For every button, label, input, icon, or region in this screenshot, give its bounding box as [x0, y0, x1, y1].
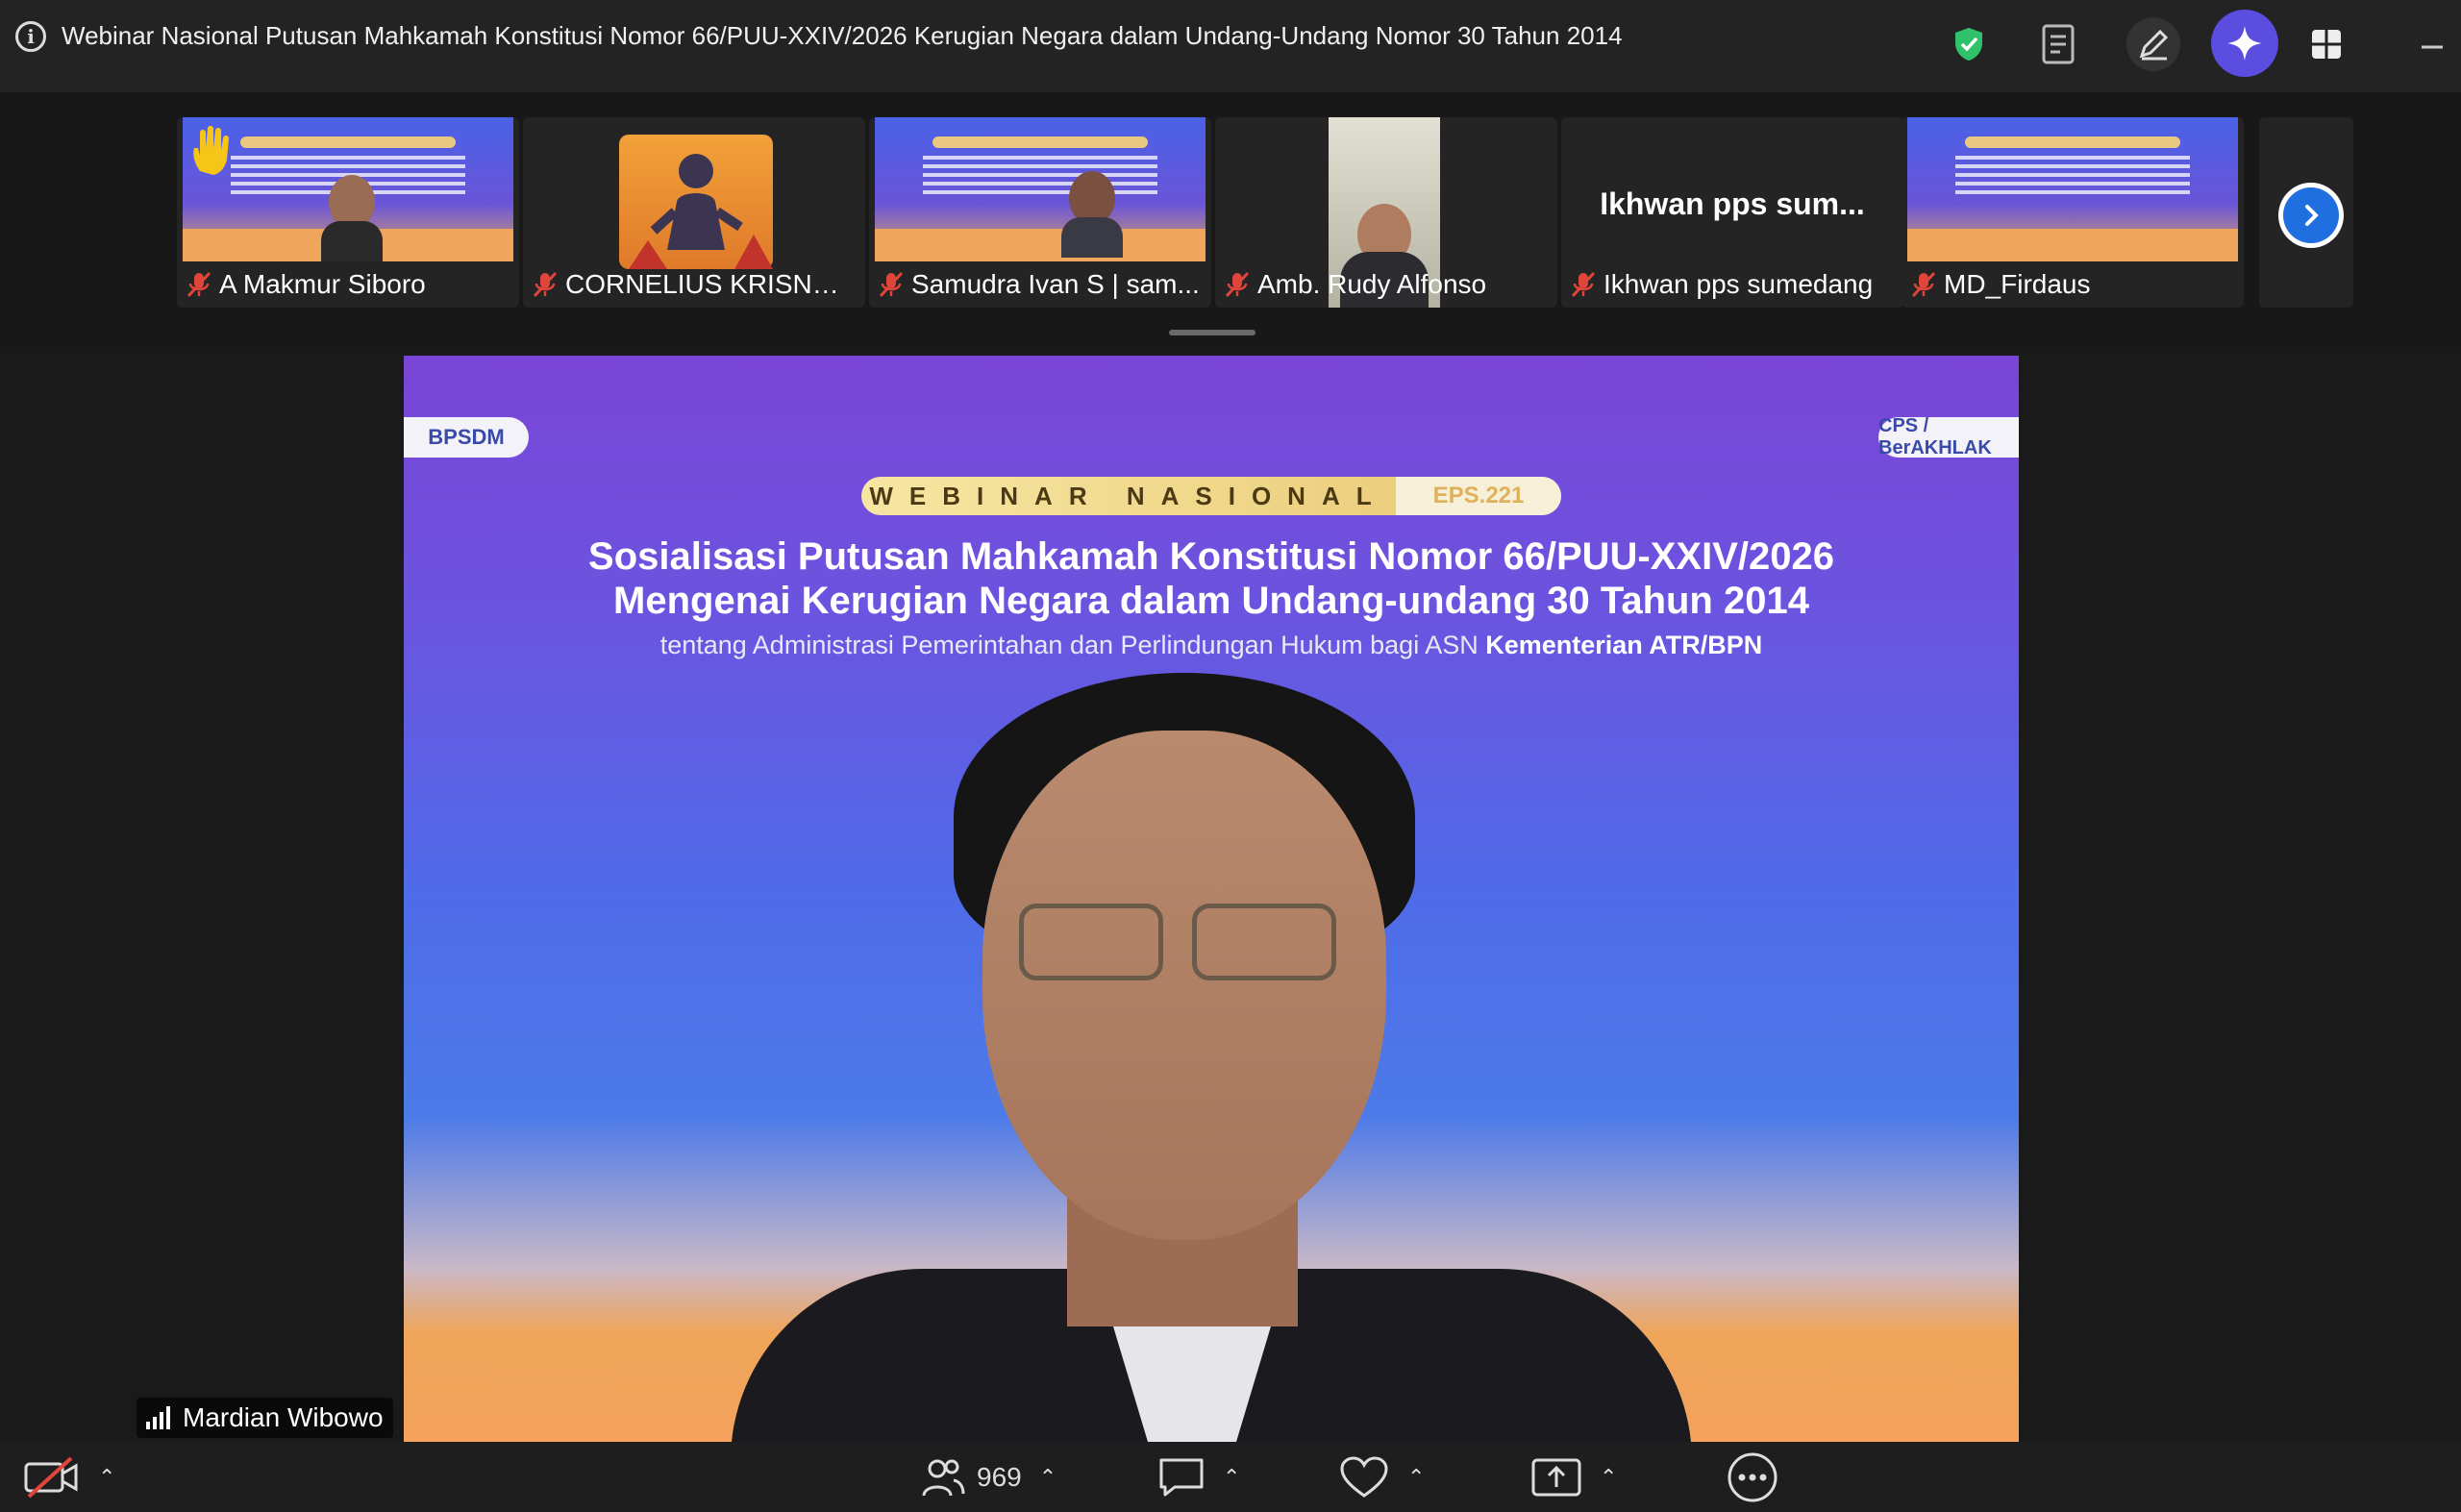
- participant-label: CORNELIUS KRISNA_ ...: [523, 261, 865, 308]
- slide-subtitle: tentang Administrasi Pemerintahan dan Pe…: [659, 631, 1763, 659]
- shield-icon[interactable]: [1942, 17, 1996, 71]
- participant-name: Samudra Ivan S | sam...: [911, 269, 1200, 299]
- mic-muted-icon: [531, 270, 559, 299]
- meeting-toolbar: ⌃ 969 ⌃ ⌃ ⌃ ⌃: [0, 1442, 2461, 1512]
- chevron-up-icon[interactable]: ⌃: [1600, 1465, 1617, 1490]
- participant-name: MD_Firdaus: [1944, 269, 2091, 299]
- participant-name: Ikhwan pps sumedang: [1603, 269, 1874, 299]
- meeting-title: Webinar Nasional Putusan Mahkamah Konsti…: [62, 21, 1623, 50]
- participant-tile[interactable]: Amb. Rudy Alfonso: [1215, 117, 1557, 308]
- mic-muted-icon: [1223, 270, 1252, 299]
- mic-muted-icon: [1909, 270, 1938, 299]
- participant-label: Amb. Rudy Alfonso: [1215, 261, 1557, 308]
- apps-grid-icon[interactable]: [2299, 17, 2353, 71]
- reactions-button[interactable]: ⌃: [1338, 1453, 1425, 1501]
- info-icon[interactable]: i: [15, 21, 46, 52]
- participant-tile[interactable]: MD_Firdaus: [1902, 117, 2244, 308]
- share-screen-button[interactable]: ⌃: [1530, 1453, 1617, 1501]
- mic-muted-icon: [877, 270, 906, 299]
- more-button[interactable]: [1727, 1452, 1778, 1502]
- notes-icon[interactable]: [2032, 17, 2086, 71]
- slide-title: Sosialisasi Putusan Mahkamah Konstitusi …: [404, 534, 2019, 623]
- strip-resize-handle[interactable]: [1169, 330, 1255, 335]
- participants-icon: [922, 1459, 965, 1497]
- participant-video: [1061, 171, 1123, 258]
- next-participants-button[interactable]: [2278, 183, 2344, 248]
- active-speaker-name: Mardian Wibowo: [183, 1402, 384, 1432]
- title-bar: i Webinar Nasional Putusan Mahkamah Kons…: [0, 0, 2461, 92]
- heart-icon: [1340, 1456, 1388, 1498]
- participant-video: [321, 175, 383, 261]
- participant-tile[interactable]: A Makmur Siboro: [177, 117, 519, 308]
- more-icon: [1728, 1452, 1777, 1502]
- chevron-up-icon[interactable]: ⌃: [1223, 1465, 1240, 1490]
- participant-display-name: Ikhwan pps sum...: [1600, 186, 1865, 221]
- participant-name: Amb. Rudy Alfonso: [1257, 269, 1487, 299]
- chat-icon: [1159, 1458, 1204, 1497]
- shared-screen-thumbnail: [1907, 117, 2238, 261]
- participant-label: A Makmur Siboro: [177, 261, 519, 308]
- participant-strip: A Makmur Siboro CORNELIUS KRISNA_ ... Sa…: [0, 92, 2461, 352]
- participant-avatar: [619, 135, 773, 269]
- shared-screen-thumbnail: [875, 117, 1206, 261]
- participant-name: CORNELIUS KRISNA_ ...: [565, 269, 854, 299]
- episode-label: EPS.221: [1396, 477, 1561, 515]
- start-video-button[interactable]: ⌃: [23, 1453, 115, 1501]
- participant-name: A Makmur Siboro: [219, 269, 426, 299]
- participant-tile[interactable]: Samudra Ivan S | sam...: [869, 117, 1211, 308]
- active-speaker-video: BPSDM CPS / BerAKHLAK WEBINAR NASIONAL E…: [404, 356, 2019, 1442]
- chat-button[interactable]: ⌃: [1157, 1453, 1240, 1501]
- participant-label: Ikhwan pps sumedang: [1561, 261, 1903, 308]
- slide-title-line1: Sosialisasi Putusan Mahkamah Konstitusi …: [588, 535, 1834, 578]
- minimize-icon[interactable]: [2405, 17, 2459, 71]
- mic-muted-icon: [1569, 270, 1598, 299]
- logo-partner: CPS / BerAKHLAK: [1878, 415, 2019, 459]
- participants-button[interactable]: 969 ⌃: [921, 1453, 1056, 1501]
- participant-label: Samudra Ivan S | sam...: [869, 261, 1211, 308]
- active-speaker-name-tag: Mardian Wibowo: [137, 1398, 393, 1438]
- slide-title-line2: Mengenai Kerugian Negara dalam Undang-un…: [613, 580, 1809, 622]
- webinar-badge: WEBINAR NASIONAL EPS.221: [861, 477, 1561, 515]
- chevron-up-icon[interactable]: ⌃: [98, 1465, 115, 1490]
- video-off-icon: [24, 1456, 78, 1499]
- mic-muted-icon: [185, 270, 213, 299]
- participant-tile[interactable]: Ikhwan pps sum... Ikhwan pps sumedang: [1561, 117, 1903, 308]
- chevron-up-icon[interactable]: ⌃: [1039, 1465, 1056, 1490]
- logo-bpsdm: BPSDM: [404, 417, 529, 458]
- speaker-figure: [731, 673, 1692, 1442]
- chevron-up-icon[interactable]: ⌃: [1407, 1465, 1425, 1490]
- chevron-right-icon: [2283, 187, 2339, 243]
- connection-signal-icon: [146, 1406, 173, 1429]
- annotate-pen-icon[interactable]: [2126, 17, 2180, 71]
- participant-count: 969: [977, 1462, 1022, 1492]
- participant-tile[interactable]: CORNELIUS KRISNA_ ...: [523, 117, 865, 308]
- raised-hand-icon: [188, 125, 233, 182]
- badge-text: WEBINAR NASIONAL: [869, 481, 1388, 510]
- share-screen-icon: [1531, 1458, 1581, 1497]
- participant-label: MD_Firdaus: [1902, 261, 2244, 308]
- ai-companion-icon[interactable]: [2211, 10, 2278, 77]
